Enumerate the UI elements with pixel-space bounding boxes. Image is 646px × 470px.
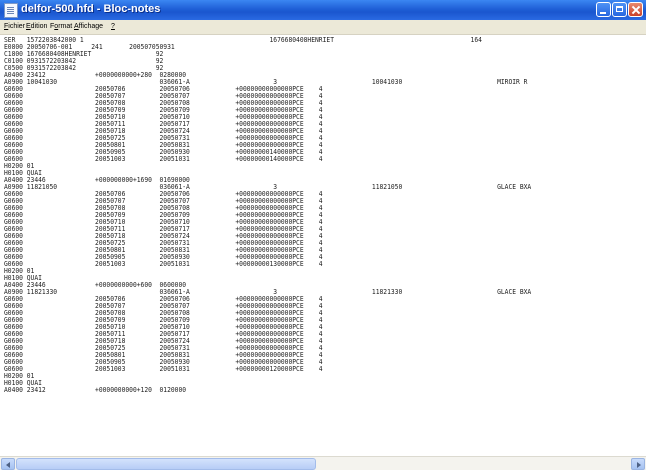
text-line: A0400 23412 +0000000000+120 0120000 bbox=[4, 386, 187, 394]
menu-affichage-label: ffichage bbox=[78, 23, 104, 30]
text-line: G0600 20051003 20051031 +00000000140000P… bbox=[4, 155, 323, 163]
menu-help[interactable]: ? bbox=[111, 23, 115, 30]
maximize-button[interactable] bbox=[612, 2, 627, 17]
menu-edition[interactable]: Edition bbox=[26, 23, 47, 30]
window-title: delfor-500.hfd - Bloc-notes bbox=[21, 3, 161, 15]
menu-fichier[interactable]: Fichier bbox=[4, 23, 25, 30]
scrollbar-thumb[interactable] bbox=[16, 458, 316, 470]
menu-format[interactable]: Format bbox=[50, 23, 72, 30]
horizontal-scrollbar[interactable] bbox=[0, 456, 646, 470]
scroll-left-button[interactable] bbox=[1, 458, 15, 470]
menu-affichage[interactable]: Affichage bbox=[74, 23, 103, 30]
menu-format-label: rmat bbox=[58, 23, 73, 30]
menu-fichier-label: ichier bbox=[8, 23, 26, 30]
minimize-button[interactable] bbox=[596, 2, 611, 17]
scroll-right-button[interactable] bbox=[631, 458, 645, 470]
menu-edition-label: dition bbox=[30, 23, 48, 30]
title-bar[interactable]: delfor-500.hfd - Bloc-notes bbox=[0, 0, 646, 20]
text-editor-area[interactable]: SER 1572203842000 1 1676680408HENRIET 16… bbox=[0, 35, 646, 456]
text-line: G0600 20051003 20051031 +00000000120000P… bbox=[4, 365, 323, 373]
menu-help-mnemonic: ? bbox=[111, 23, 115, 30]
text-line: G0600 20051003 20051031 +00000000130000P… bbox=[4, 260, 323, 268]
menu-bar: Fichier Edition Format Affichage ? bbox=[0, 20, 646, 35]
notepad-window: delfor-500.hfd - Bloc-notes Fichier Edit… bbox=[0, 0, 646, 470]
close-button[interactable] bbox=[628, 2, 643, 17]
notepad-icon[interactable] bbox=[4, 3, 18, 18]
